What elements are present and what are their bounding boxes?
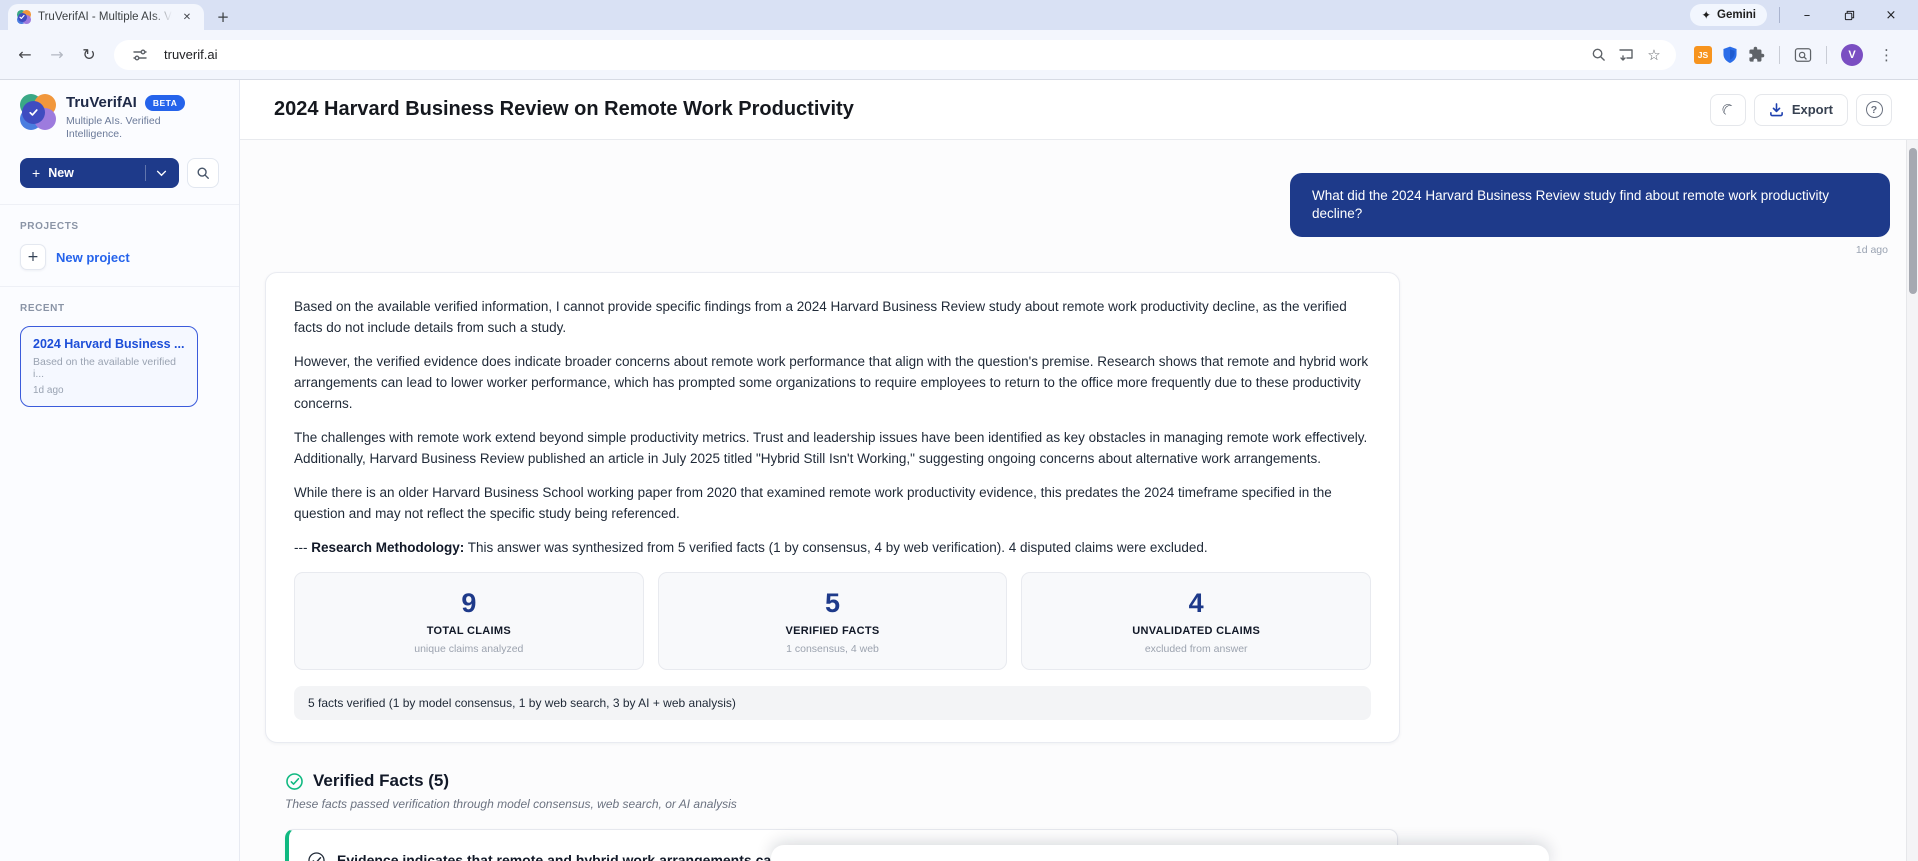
verified-facts-heading: Verified Facts (5) bbox=[313, 771, 450, 791]
reload-button[interactable]: ↻ bbox=[74, 40, 104, 70]
profile-avatar[interactable]: V bbox=[1841, 43, 1863, 66]
js-extension-icon[interactable]: JS bbox=[1694, 45, 1712, 64]
projects-label: PROJECTS bbox=[20, 221, 79, 233]
window-minimize-button[interactable]: – bbox=[1792, 2, 1822, 28]
fact-check-icon bbox=[308, 852, 325, 861]
shield-extension-icon[interactable] bbox=[1722, 46, 1738, 63]
verified-check-icon bbox=[286, 773, 303, 790]
download-icon bbox=[1769, 103, 1783, 117]
answer-paragraph: The challenges with remote work extend b… bbox=[294, 430, 1368, 466]
stat-sublabel: unique claims analyzed bbox=[414, 643, 524, 656]
truverifai-favicon bbox=[17, 10, 31, 24]
main-panel: 2024 Harvard Business Review on Remote W… bbox=[240, 80, 1918, 861]
gemini-button[interactable]: ✦ Gemini bbox=[1690, 4, 1767, 26]
brand: TruVerifAI BETA Multiple AIs. Verified I… bbox=[20, 94, 219, 140]
stat-unvalidated-claims: 4 UNVALIDATED CLAIMS excluded from answe… bbox=[1021, 571, 1372, 671]
facts-verified-banner: 5 facts verified (1 by model consensus, … bbox=[294, 686, 1371, 721]
help-icon: ? bbox=[1865, 101, 1883, 118]
claims-stats-row: 9 TOTAL CLAIMS unique claims analyzed 5 … bbox=[294, 571, 1372, 671]
address-bar[interactable]: truverif.ai ☆ bbox=[114, 39, 1676, 70]
verified-facts-subtitle: These facts passed verification through … bbox=[285, 797, 737, 812]
sidebar: TruVerifAI BETA Multiple AIs. Verified I… bbox=[0, 80, 240, 861]
stat-total-claims: 9 TOTAL CLAIMS unique claims analyzed bbox=[294, 571, 644, 671]
chat-area: What did the 2024 Harvard Business Revie… bbox=[240, 140, 1906, 861]
bookmark-star-icon[interactable]: ☆ bbox=[1640, 41, 1668, 69]
brand-name: TruVerifAI bbox=[66, 94, 137, 111]
export-button[interactable]: Export bbox=[1753, 93, 1848, 126]
plus-icon: + bbox=[32, 165, 41, 182]
gemini-sparkle-icon: ✦ bbox=[1701, 8, 1712, 22]
plus-icon: + bbox=[20, 244, 46, 271]
answer-paragraph: While there is an older Harvard Business… bbox=[294, 484, 1332, 521]
dark-mode-toggle[interactable]: ☾ bbox=[1709, 93, 1746, 126]
message-input-bar-peek[interactable] bbox=[771, 845, 1549, 861]
help-button[interactable]: ? bbox=[1856, 93, 1892, 126]
chevron-down-icon bbox=[156, 170, 167, 176]
new-project-label: New project bbox=[56, 249, 130, 265]
browser-toolbar: ← → ↻ truverif.ai ☆ JS V ⋮ bbox=[0, 30, 1918, 80]
tab-title: TruVerifAI - Multiple AIs. Verifie bbox=[38, 11, 172, 23]
user-question-bubble: What did the 2024 Harvard Business Revie… bbox=[1290, 173, 1890, 238]
sidebar-search-button[interactable] bbox=[187, 158, 219, 189]
assistant-answer-card: Based on the available verified informat… bbox=[265, 272, 1400, 744]
truverifai-logo bbox=[20, 94, 56, 130]
brand-tagline: Multiple AIs. Verified Intelligence. bbox=[66, 115, 161, 140]
page-header: 2024 Harvard Business Review on Remote W… bbox=[240, 80, 1918, 140]
zoom-icon[interactable] bbox=[1584, 41, 1612, 69]
new-button-dropdown[interactable] bbox=[145, 165, 167, 182]
url-text[interactable]: truverif.ai bbox=[164, 47, 1584, 62]
methodology-dashes: --- bbox=[294, 539, 312, 555]
stat-label: VERIFIED FACTS bbox=[785, 625, 880, 638]
question-timestamp: 1d ago bbox=[1855, 244, 1888, 257]
stat-value: 9 bbox=[461, 587, 477, 618]
sidebar-divider-2 bbox=[0, 286, 239, 288]
install-app-icon[interactable] bbox=[1612, 41, 1640, 69]
answer-paragraph: However, the verified evidence does indi… bbox=[294, 354, 1369, 412]
recent-conversation-item[interactable]: 2024 Harvard Business ... Based on the a… bbox=[20, 326, 198, 408]
stat-value: 4 bbox=[1188, 587, 1204, 618]
recent-label: RECENT bbox=[20, 303, 65, 315]
scrollbar-thumb[interactable] bbox=[1909, 148, 1917, 294]
sidebar-divider bbox=[0, 204, 239, 206]
extensions-puzzle-icon[interactable] bbox=[1748, 46, 1765, 63]
methodology-line: --- Research Methodology: This answer wa… bbox=[294, 538, 1371, 559]
recent-item-preview: Based on the available verified i... bbox=[33, 356, 177, 381]
new-project-button[interactable]: + New project bbox=[20, 244, 219, 271]
new-tab-button[interactable]: + bbox=[210, 4, 236, 30]
export-label: Export bbox=[1791, 102, 1833, 117]
stat-sublabel: 1 consensus, 4 web bbox=[786, 643, 879, 656]
recent-item-title: 2024 Harvard Business ... bbox=[33, 337, 185, 352]
search-icon bbox=[197, 167, 209, 180]
forward-button[interactable]: → bbox=[42, 40, 72, 70]
content-scrollbar[interactable] bbox=[1906, 140, 1918, 861]
back-button[interactable]: ← bbox=[10, 40, 40, 70]
toolbar-divider bbox=[1779, 45, 1780, 64]
stat-value: 5 bbox=[824, 587, 841, 618]
methodology-text: This answer was synthesized from 5 verif… bbox=[464, 539, 1208, 555]
tab-close-icon[interactable]: ✕ bbox=[179, 9, 195, 25]
browser-tab-strip: TruVerifAI - Multiple AIs. Verifie ✕ + ✦… bbox=[0, 0, 1918, 30]
gemini-label: Gemini bbox=[1717, 9, 1756, 21]
new-button-label: New bbox=[48, 166, 74, 181]
stat-label: UNVALIDATED CLAIMS bbox=[1132, 625, 1261, 638]
browser-menu-icon[interactable]: ⋮ bbox=[1873, 46, 1900, 64]
stat-verified-facts: 5 VERIFIED FACTS 1 consensus, 4 web bbox=[657, 571, 1008, 671]
browser-tab[interactable]: TruVerifAI - Multiple AIs. Verifie ✕ bbox=[8, 4, 204, 30]
stat-sublabel: excluded from answer bbox=[1144, 643, 1248, 656]
answer-paragraph: Based on the available verified informat… bbox=[294, 299, 1347, 336]
window-restore-button[interactable] bbox=[1834, 2, 1864, 28]
moon-icon: ☾ bbox=[1717, 98, 1739, 121]
window-close-button[interactable]: × bbox=[1876, 2, 1906, 28]
methodology-label: Research Methodology: bbox=[311, 539, 465, 555]
new-button[interactable]: + New bbox=[20, 158, 179, 189]
beta-badge: BETA bbox=[144, 95, 186, 111]
toolbar-divider-2 bbox=[1826, 45, 1827, 64]
recent-item-time: 1d ago bbox=[33, 385, 64, 397]
site-info-icon[interactable] bbox=[126, 41, 154, 69]
page-title: 2024 Harvard Business Review on Remote W… bbox=[274, 98, 854, 120]
window-controls-divider bbox=[1779, 7, 1780, 23]
side-panel-search-icon[interactable] bbox=[1794, 47, 1812, 63]
stat-label: TOTAL CLAIMS bbox=[426, 625, 511, 638]
